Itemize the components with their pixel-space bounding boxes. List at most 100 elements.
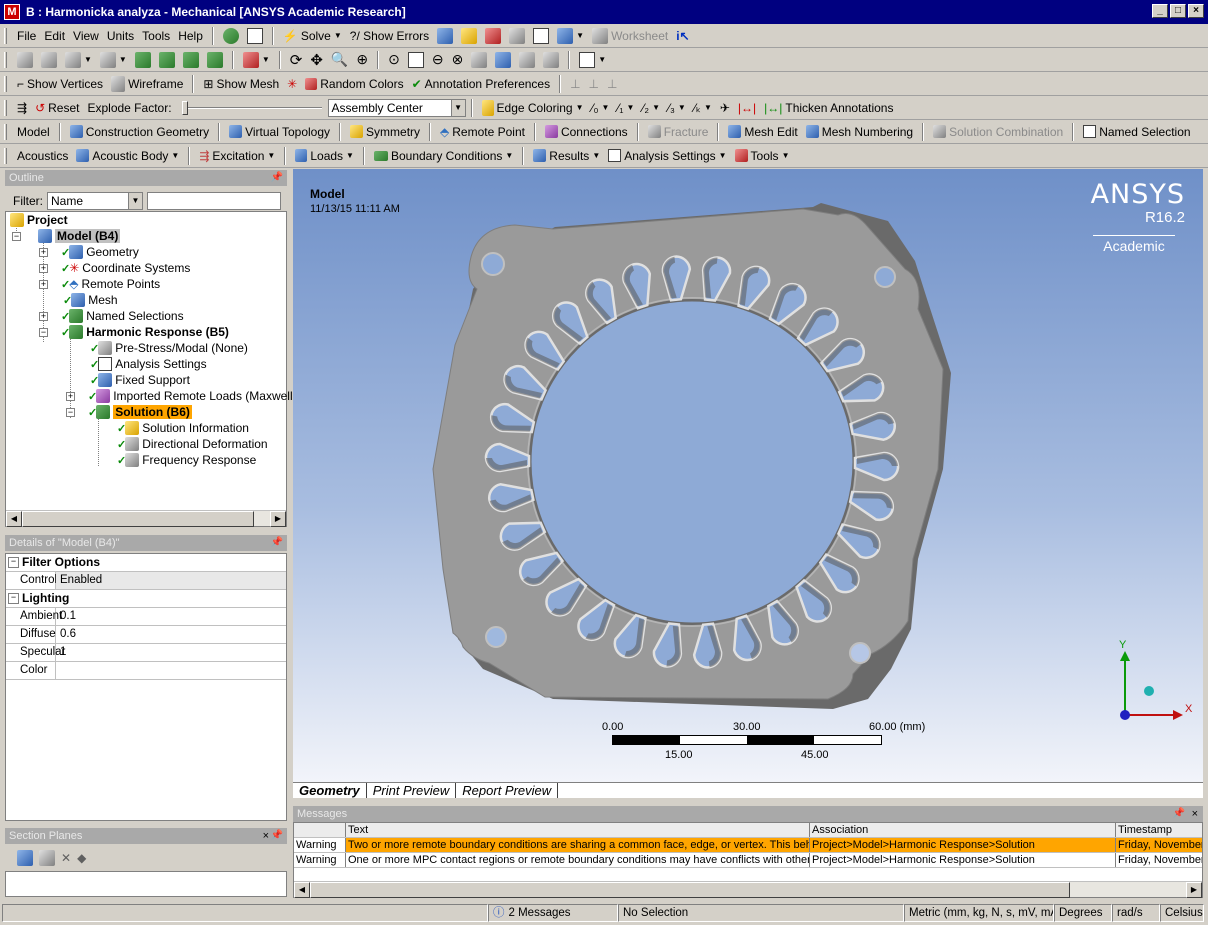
box-zoom-button[interactable] [404,50,428,70]
comment-button[interactable] [505,26,529,46]
details-section-lighting[interactable]: Lighting [6,590,286,608]
tree-harmonic-response[interactable]: − ✓ Harmonic Response (B5) [39,324,229,340]
tab-report-preview[interactable]: Report Preview [456,783,559,798]
details-section-filter[interactable]: Filter Options [6,554,286,572]
named-selection-button[interactable]: Named Selection [1079,122,1194,142]
tree-named-selections[interactable]: + ✓ Named Selections [39,308,184,324]
expand-icon[interactable]: + [39,247,48,257]
zoom-button[interactable]: 🔍 [327,50,352,70]
filter-select[interactable]: Name ▼ [47,192,143,210]
menu-file[interactable]: File [13,26,40,46]
loads-button[interactable]: Loads ▼ [291,146,358,166]
view-button[interactable] [491,50,515,70]
check-button[interactable] [219,26,243,46]
axes-button[interactable]: ✳ [283,74,301,94]
tab-print-preview[interactable]: Print Preview [367,783,457,798]
menu-help[interactable]: Help [174,26,207,46]
mesh-edit-button[interactable]: Mesh Edit [724,122,801,142]
maximize-button[interactable]: □ [1170,4,1186,18]
new-section-plane-icon[interactable] [17,850,33,866]
pointer-button[interactable]: ▼ [96,50,131,70]
expand-icon[interactable]: + [39,311,48,321]
expand-icon[interactable]: + [39,279,48,289]
face-select-button[interactable] [179,50,203,70]
status-messages[interactable]: ⓘ 2 Messages [488,904,618,922]
construction-geometry-button[interactable]: Construction Geometry [66,122,213,142]
slider-thumb[interactable] [181,100,188,115]
rotate-button[interactable]: ⟳ [286,50,307,70]
expand-icon[interactable]: + [39,263,48,273]
section-planes-list[interactable] [5,871,287,897]
edge-style-2[interactable]: ⁄₂ ▼ [638,98,664,118]
outline-hscroll[interactable]: ◀ ▶ [6,510,286,527]
edge-style-3[interactable]: ⁄₃ ▼ [664,98,690,118]
tree-model[interactable]: − Model (B4) [12,228,121,244]
tree-directional-deformation[interactable]: ✓ Directional Deformation [107,436,268,452]
ruler-button-1[interactable]: ⊥ [566,74,584,94]
details-row-control[interactable]: Control Enabled [6,572,286,590]
solution-combination-button[interactable]: Solution Combination [929,122,1067,142]
status-temp[interactable]: Celsius [1160,904,1204,922]
scroll-right-icon[interactable]: ▶ [270,511,286,527]
expand-icon[interactable]: + [66,391,75,401]
results-button[interactable]: Results ▼ [529,146,604,166]
tag-button[interactable] [539,50,563,70]
symmetry-button[interactable]: Symmetry [346,122,424,142]
show-errors-button[interactable]: ?/ Show Errors [346,26,433,46]
random-colors-button[interactable]: Random Colors [301,74,407,94]
scroll-left-icon[interactable]: ◀ [294,882,310,898]
analysis-settings-button[interactable]: Analysis Settings ▼ [604,146,730,166]
chart-button[interactable] [481,26,505,46]
close-icon[interactable]: × [263,828,269,844]
tree-mesh[interactable]: ✓ Mesh [53,292,118,308]
edge-style-1[interactable]: ⁄₁ ▼ [613,98,638,118]
select-mode-button[interactable] [13,50,37,70]
pin-button[interactable]: ✈ [716,98,734,118]
print-button[interactable] [515,50,539,70]
tools-button[interactable]: Tools ▼ [731,146,794,166]
tree-fixed-support[interactable]: ✓ Fixed Support [80,372,190,388]
message-row[interactable]: Warning One or more MPC contact regions … [294,853,1202,868]
jump-button[interactable] [243,26,267,46]
tree-geometry[interactable]: + ✓ Geometry [39,244,139,260]
scroll-right-icon[interactable]: ▶ [1186,882,1202,898]
collapse-icon[interactable]: − [39,327,48,337]
cap-icon[interactable]: ◆ [77,851,86,865]
messages-hscroll[interactable]: ◀ ▶ [294,881,1202,898]
tree-analysis-settings[interactable]: ✓ Analysis Settings [80,356,207,372]
menu-view[interactable]: View [69,26,103,46]
abc-button[interactable] [457,26,481,46]
mesh-numbering-button[interactable]: Mesh Numbering [802,122,917,142]
tree-prestress[interactable]: ✓ Pre-Stress/Modal (None) [80,340,248,356]
pin-icon[interactable]: 📌 [1173,806,1185,822]
copy-section-icon[interactable] [39,850,55,866]
annotation-prefs-button[interactable]: ✔ Annotation Preferences [408,74,554,94]
thicken-button[interactable]: |↔| Thicken Annotations [760,98,897,118]
close-icon[interactable]: × [1192,806,1198,822]
tree-frequency-response[interactable]: ✓ Frequency Response [107,452,256,468]
acoustic-body-button[interactable]: Acoustic Body ▼ [72,146,183,166]
edge-coloring-button[interactable]: Edge Coloring ▼ [478,98,588,118]
pin-icon[interactable]: 📌 [271,170,283,186]
tree-solution[interactable]: − ✓ Solution (B6) [66,404,192,420]
col-timestamp[interactable]: Timestamp [1116,823,1202,837]
ruler-button-2[interactable]: ⊥ [585,74,603,94]
select-box-button[interactable]: ▼ [61,50,96,70]
details-row-specular[interactable]: Specular 1 [6,644,286,662]
zoom-fit-button[interactable]: ⊙ [384,50,404,70]
details-row-diffuse[interactable]: Diffuse 0.6 [6,626,286,644]
dropdown-arrow-icon[interactable]: ▼ [128,193,142,209]
scroll-thumb[interactable] [310,882,1070,898]
status-rads[interactable]: rad/s [1112,904,1160,922]
col-association[interactable]: Association [810,823,1116,837]
tab-geometry[interactable]: Geometry [293,783,367,798]
pin-icon[interactable]: 📌 [271,828,283,844]
close-button[interactable]: × [1188,4,1204,18]
thin-button[interactable]: |↔| [734,98,760,118]
vertex-select-button[interactable] [131,50,155,70]
show-mesh-button[interactable]: ⊞ Show Mesh [199,74,283,94]
collapse-icon[interactable]: − [12,231,21,241]
status-units[interactable]: Metric (mm, kg, N, s, mV, mA) [904,904,1054,922]
new-section-button[interactable] [433,26,457,46]
zoom-prev-button[interactable]: ⊖ [428,50,448,70]
